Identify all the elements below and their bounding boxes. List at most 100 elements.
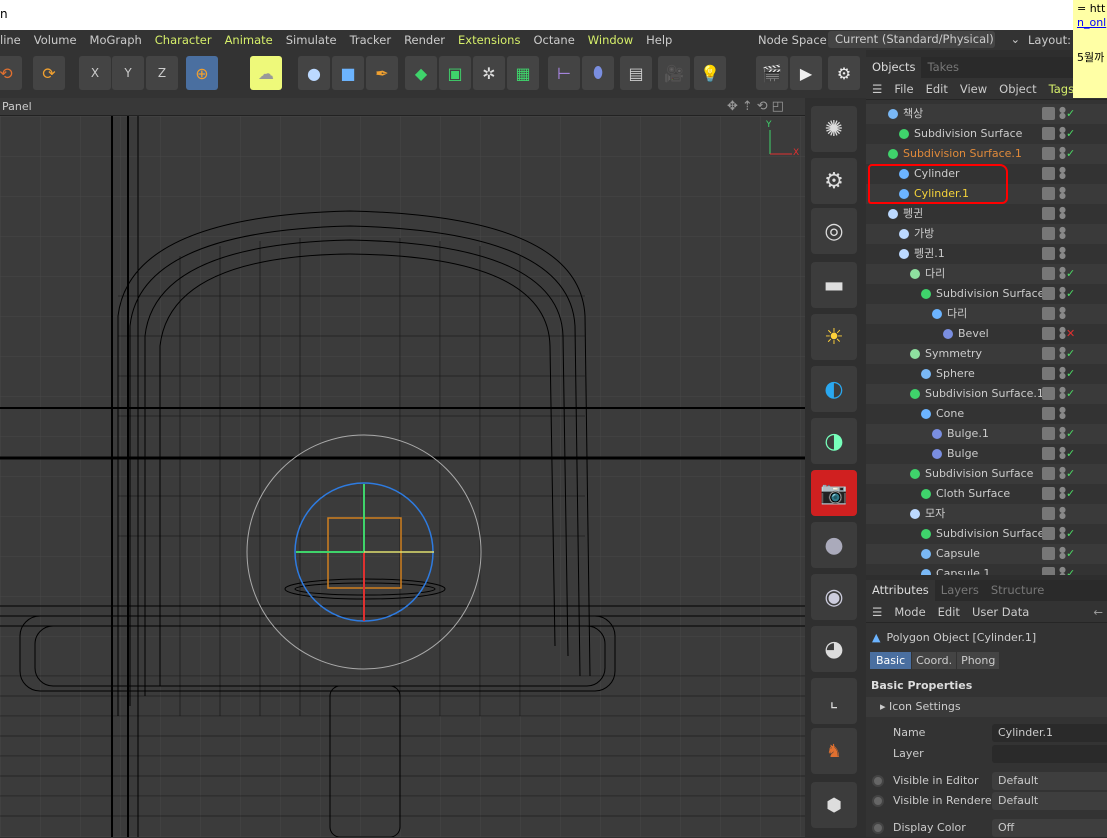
tree-row[interactable]: 펭귄.1 ● ● [866, 244, 1107, 264]
check-icon[interactable]: ✓ [1066, 104, 1075, 124]
tab-objects[interactable]: Objects [866, 57, 922, 78]
back-arrow-icon[interactable]: ← [1093, 605, 1103, 619]
menu-item[interactable]: Window [588, 33, 633, 47]
check-icon[interactable]: ✓ [1066, 564, 1075, 575]
visibility-dots[interactable]: ●● [1059, 166, 1066, 180]
layer-toggle[interactable] [1042, 287, 1055, 300]
menu-user-data[interactable]: User Data [972, 605, 1029, 619]
tree-row[interactable]: Bulge.1 ● ● ✓ [866, 424, 1107, 444]
menu-item[interactable]: Volume [34, 33, 77, 47]
layer-toggle[interactable] [1042, 107, 1055, 120]
disabled-x-icon[interactable]: ✕ [1066, 324, 1075, 344]
layer-toggle[interactable] [1042, 207, 1055, 220]
checker-sphere-icon[interactable]: ◕ [811, 626, 857, 672]
check-icon[interactable]: ✓ [1066, 264, 1075, 284]
extrude-icon[interactable]: ▣ [439, 56, 471, 90]
tab-structure[interactable]: Structure [985, 580, 1051, 601]
menu-mode[interactable]: Mode [894, 605, 925, 619]
layer-toggle[interactable] [1042, 267, 1055, 280]
material-sphere-icon[interactable]: ● [811, 522, 857, 568]
gear-icon[interactable]: ⚙ [811, 158, 857, 204]
3d-viewport[interactable]: Y X [0, 116, 805, 837]
tab-layers[interactable]: Layers [935, 580, 985, 601]
tree-row[interactable]: 가방 ● ● [866, 224, 1107, 244]
keyframe-radio[interactable] [872, 795, 884, 807]
tree-row[interactable]: 모자 ● ● [866, 504, 1107, 524]
render-view-icon[interactable]: 🎬 [756, 56, 788, 90]
check-icon[interactable]: ✓ [1066, 424, 1075, 444]
cloner-icon[interactable]: ✲ [473, 56, 505, 90]
tree-row[interactable]: Subdivision Surface ● ● ✓ [866, 124, 1107, 144]
check-icon[interactable]: ✓ [1066, 544, 1075, 564]
tree-row[interactable]: 다리 ● ● ✓ [866, 264, 1107, 284]
check-icon[interactable]: ✓ [1066, 344, 1075, 364]
sun-icon[interactable]: ☀ [811, 314, 857, 360]
render-icon[interactable]: ▶ [790, 56, 822, 90]
layer-toggle[interactable] [1042, 467, 1055, 480]
visibility-dots[interactable]: ●● [1059, 546, 1066, 560]
render-region-icon[interactable]: ☁ [250, 56, 282, 90]
tab-takes[interactable]: Takes [921, 57, 965, 78]
menu-item[interactable]: Character [155, 33, 212, 47]
tree-row[interactable]: Bulge ● ● ✓ [866, 444, 1107, 464]
layer-toggle[interactable] [1042, 447, 1055, 460]
half-circle-icon[interactable]: ◐ [811, 366, 857, 412]
hamburger-icon[interactable]: ☰ [872, 605, 882, 619]
tree-row[interactable]: 펭귄 ● ● [866, 204, 1107, 224]
layer-toggle[interactable] [1042, 567, 1055, 575]
menu-item[interactable]: Tracker [350, 33, 392, 47]
menu-item[interactable]: Simulate [286, 33, 337, 47]
visibility-dots[interactable]: ●● [1059, 306, 1066, 320]
half-circle-2-icon[interactable]: ◑ [811, 418, 857, 464]
layer-toggle[interactable] [1042, 547, 1055, 560]
check-icon[interactable]: ✓ [1066, 484, 1075, 504]
world-coordinates-icon[interactable]: ⊕ [186, 56, 218, 90]
visibility-dots[interactable]: ●● [1059, 206, 1066, 220]
visibility-dots[interactable]: ●● [1059, 146, 1066, 160]
menu-item[interactable]: Octane [533, 33, 574, 47]
tree-row[interactable]: 다리 ● ● [866, 304, 1107, 324]
check-icon[interactable]: ✓ [1066, 144, 1075, 164]
aperture-icon[interactable]: ✺ [811, 106, 857, 152]
layer-toggle[interactable] [1042, 307, 1055, 320]
tree-row[interactable]: Capsule ● ● ✓ [866, 544, 1107, 564]
deformer-icon[interactable]: ⊢ [548, 56, 580, 90]
tab-basic[interactable]: Basic [870, 652, 912, 669]
layer-toggle[interactable] [1042, 507, 1055, 520]
visibility-dots[interactable]: ●● [1059, 366, 1066, 380]
tree-row[interactable]: Subdivision Surface.1 ● ● ✓ [866, 144, 1107, 164]
tree-row[interactable]: Subdivision Surface ● ● ✓ [866, 284, 1107, 304]
visibility-dots[interactable]: ●● [1059, 326, 1066, 340]
menu-file[interactable]: File [894, 82, 913, 96]
menu-object[interactable]: Object [999, 82, 1036, 96]
visibility-dots[interactable]: ●● [1059, 446, 1066, 460]
layer-toggle[interactable] [1042, 367, 1055, 380]
camera-icon[interactable]: 📷 [811, 470, 857, 516]
display-color-dropdown[interactable]: Off [992, 819, 1107, 837]
viewport-nav-icons[interactable]: ✥⇡⟲◰ [727, 98, 788, 116]
z-axis-lock-button[interactable]: Z [146, 56, 178, 90]
menu-item[interactable]: Render [404, 33, 445, 47]
visibility-dots[interactable]: ●● [1059, 106, 1066, 120]
visibility-dots[interactable]: ●● [1059, 266, 1066, 280]
visibility-dots[interactable]: ●● [1059, 246, 1066, 260]
menu-item[interactable]: MoGraph [90, 33, 142, 47]
tree-row[interactable]: Bevel ● ● ✕ [866, 324, 1107, 344]
hamburger-icon[interactable]: ☰ [872, 82, 882, 96]
bend-icon[interactable]: ⬮ [582, 56, 614, 90]
uv-icon[interactable]: ⌞ [811, 678, 857, 724]
keyframe-radio[interactable] [872, 822, 884, 834]
tree-row[interactable]: Cloth Surface ● ● ✓ [866, 484, 1107, 504]
check-icon[interactable]: ✓ [1066, 444, 1075, 464]
tree-row[interactable]: Symmetry ● ● ✓ [866, 344, 1107, 364]
check-icon[interactable]: ✓ [1066, 284, 1075, 304]
box-gear-icon[interactable]: ⬢ [811, 782, 857, 828]
layer-toggle[interactable] [1042, 167, 1055, 180]
layer-toggle[interactable] [1042, 227, 1055, 240]
layer-toggle[interactable] [1042, 127, 1055, 140]
menu-view[interactable]: View [960, 82, 987, 96]
keyframe-radio[interactable] [872, 775, 884, 787]
layer-toggle[interactable] [1042, 187, 1055, 200]
floor-icon[interactable]: ▤ [620, 56, 652, 90]
visibility-dots[interactable]: ●● [1059, 406, 1066, 420]
